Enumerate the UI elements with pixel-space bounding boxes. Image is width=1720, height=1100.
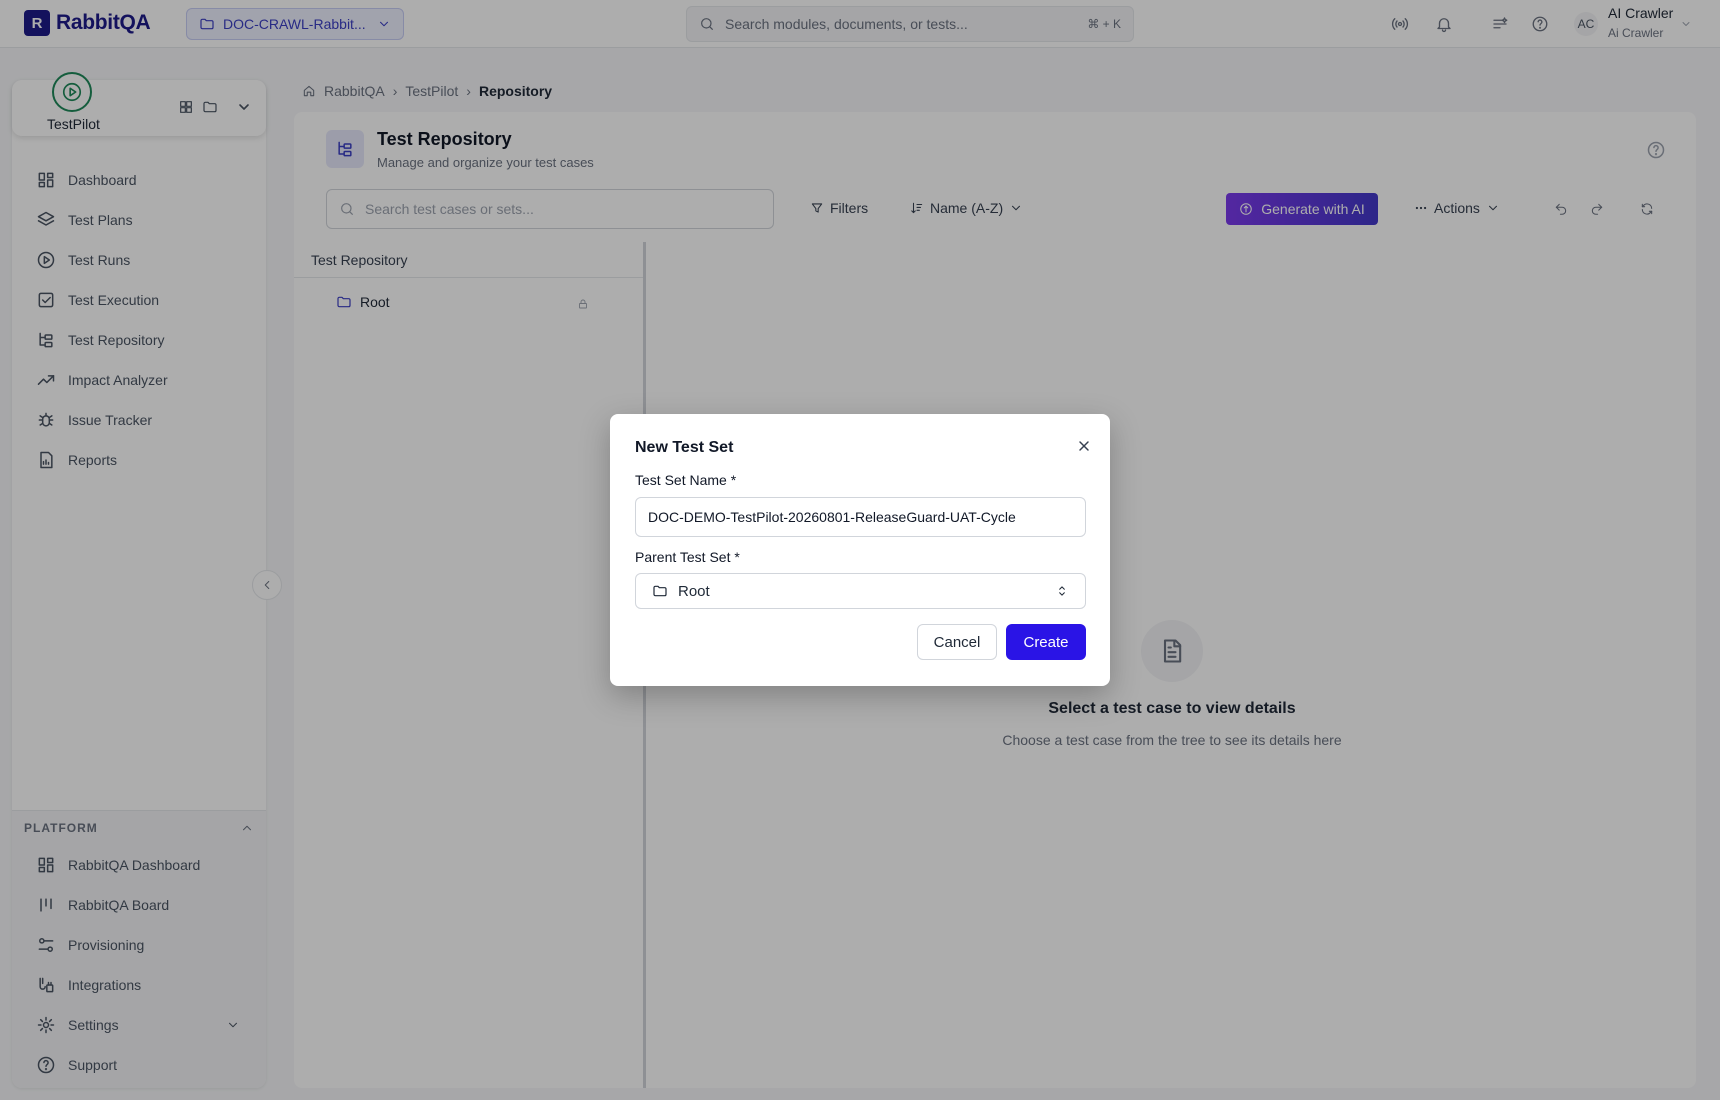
- parent-test-set-select[interactable]: Root: [635, 573, 1086, 609]
- parent-value: Root: [678, 582, 710, 600]
- close-icon[interactable]: [1076, 438, 1092, 454]
- dialog-title: New Test Set: [635, 439, 734, 456]
- cancel-button[interactable]: Cancel: [917, 624, 997, 660]
- test-set-name-field[interactable]: DOC-DEMO-TestPilot-20260801-ReleaseGuard…: [635, 497, 1086, 537]
- create-button[interactable]: Create: [1006, 624, 1086, 660]
- parent-field-label: Parent Test Set *: [635, 549, 740, 565]
- folder-icon: [653, 585, 667, 597]
- chevron-updown-icon: [1059, 586, 1065, 596]
- new-test-set-dialog: New Test Set Test Set Name * DOC-DEMO-Te…: [610, 414, 1110, 686]
- name-field-label: Test Set Name *: [635, 472, 737, 488]
